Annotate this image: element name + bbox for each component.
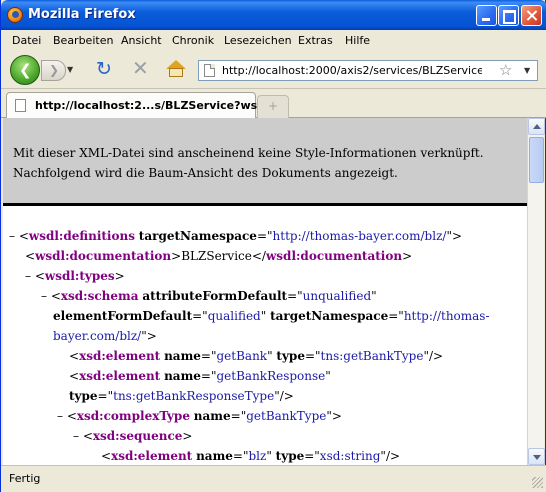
scroll-thumb[interactable] xyxy=(529,137,544,183)
browser-window: Mozilla Firefox Datei Bearbeiten Ansicht… xyxy=(0,0,546,492)
xml-element-type-cont: type="tns:getBankResponseType"/> xyxy=(69,389,294,403)
url-bar[interactable]: ☆ ▼ xyxy=(198,60,538,81)
page-content: Mit dieser XML-Datei sind anscheinend ke… xyxy=(3,118,527,465)
close-button[interactable] xyxy=(521,5,542,26)
tab-label: http://localhost:2...s/BLZService?wsdl xyxy=(35,99,269,112)
xml-node-element-blz: <xsd:element name="blz" type="xsd:string… xyxy=(101,449,401,463)
window-title: Mozilla Firefox xyxy=(28,7,136,22)
forward-button[interactable] xyxy=(41,60,66,81)
xml-node-definitions: – <wsdl:definitions targetNamespace="htt… xyxy=(9,229,463,243)
resize-grip-icon[interactable] xyxy=(532,477,543,488)
xml-node-complextype: – <xsd:complexType name="getBankType"> xyxy=(57,409,342,423)
url-input[interactable] xyxy=(222,63,482,78)
collapse-toggle[interactable]: – xyxy=(41,289,47,303)
xml-node-element-getbankresponse: <xsd:element name="getBankResponse" xyxy=(69,369,331,383)
xml-node-types: – <wsdl:types> xyxy=(25,269,125,283)
history-dropdown-icon[interactable]: ▼ xyxy=(67,65,73,74)
bookmark-star-icon[interactable]: ☆ xyxy=(499,61,512,79)
collapse-toggle[interactable]: – xyxy=(57,409,63,423)
xml-node-element-getbank: <xsd:element name="getBank" type="tns:ge… xyxy=(69,349,444,363)
collapse-toggle[interactable]: – xyxy=(25,269,31,283)
menu-extras[interactable]: Extras xyxy=(298,34,333,47)
xml-node-schema: – <xsd:schema attributeFormDefault="unqu… xyxy=(41,289,377,303)
info-line-1: Mit dieser XML-Datei sind anscheinend ke… xyxy=(13,146,484,160)
tab-bar: http://localhost:2...s/BLZService?wsdl + xyxy=(1,89,546,118)
vertical-scrollbar[interactable] xyxy=(527,118,545,465)
xml-node-documentation: <wsdl:documentation>BLZService</wsdl:doc… xyxy=(25,249,413,263)
menu-ansicht[interactable]: Ansicht xyxy=(121,34,162,47)
xml-schema-ns-cont: bayer.com/blz/"> xyxy=(53,329,157,343)
page-icon xyxy=(15,99,26,112)
firefox-icon xyxy=(7,7,23,23)
menu-datei[interactable]: Datei xyxy=(12,34,41,47)
xml-node-sequence: – <xsd:sequence> xyxy=(73,429,193,443)
home-icon[interactable] xyxy=(166,60,186,78)
back-forward-group: ▼ xyxy=(10,55,73,85)
xml-schema-attrs: elementFormDefault="qualified" targetNam… xyxy=(53,309,490,323)
status-text: Fertig xyxy=(9,472,41,485)
reload-icon[interactable]: ↻ xyxy=(96,60,112,79)
status-bar: Fertig xyxy=(1,465,546,492)
menu-bearbeiten[interactable]: Bearbeiten xyxy=(53,34,113,47)
collapse-toggle[interactable]: – xyxy=(9,229,15,243)
menu-bar: Datei Bearbeiten Ansicht Chronik Lesezei… xyxy=(1,30,546,51)
back-button[interactable] xyxy=(10,55,40,85)
menu-chronik[interactable]: Chronik xyxy=(172,34,214,47)
menu-hilfe[interactable]: Hilfe xyxy=(345,34,370,47)
minimize-button[interactable] xyxy=(476,5,497,26)
navigation-toolbar: ▼ ↻ ✕ ☆ ▼ xyxy=(1,51,546,89)
info-line-2: Nachfolgend wird die Baum-Ansicht des Do… xyxy=(13,166,398,180)
page-icon xyxy=(204,64,215,77)
maximize-button[interactable] xyxy=(498,5,519,26)
tab-current[interactable]: http://localhost:2...s/BLZService?wsdl xyxy=(6,92,269,118)
scroll-down-icon[interactable] xyxy=(528,448,545,465)
scroll-up-icon[interactable] xyxy=(528,118,545,135)
url-dropdown-icon[interactable]: ▼ xyxy=(524,66,530,75)
new-tab-button[interactable]: + xyxy=(257,95,289,118)
title-bar[interactable]: Mozilla Firefox xyxy=(1,0,546,30)
collapse-toggle[interactable]: – xyxy=(73,429,79,443)
menu-lesezeichen[interactable]: Lesezeichen xyxy=(224,34,292,47)
xml-info-box: Mit dieser XML-Datei sind anscheinend ke… xyxy=(3,118,527,206)
stop-icon[interactable]: ✕ xyxy=(132,58,149,78)
